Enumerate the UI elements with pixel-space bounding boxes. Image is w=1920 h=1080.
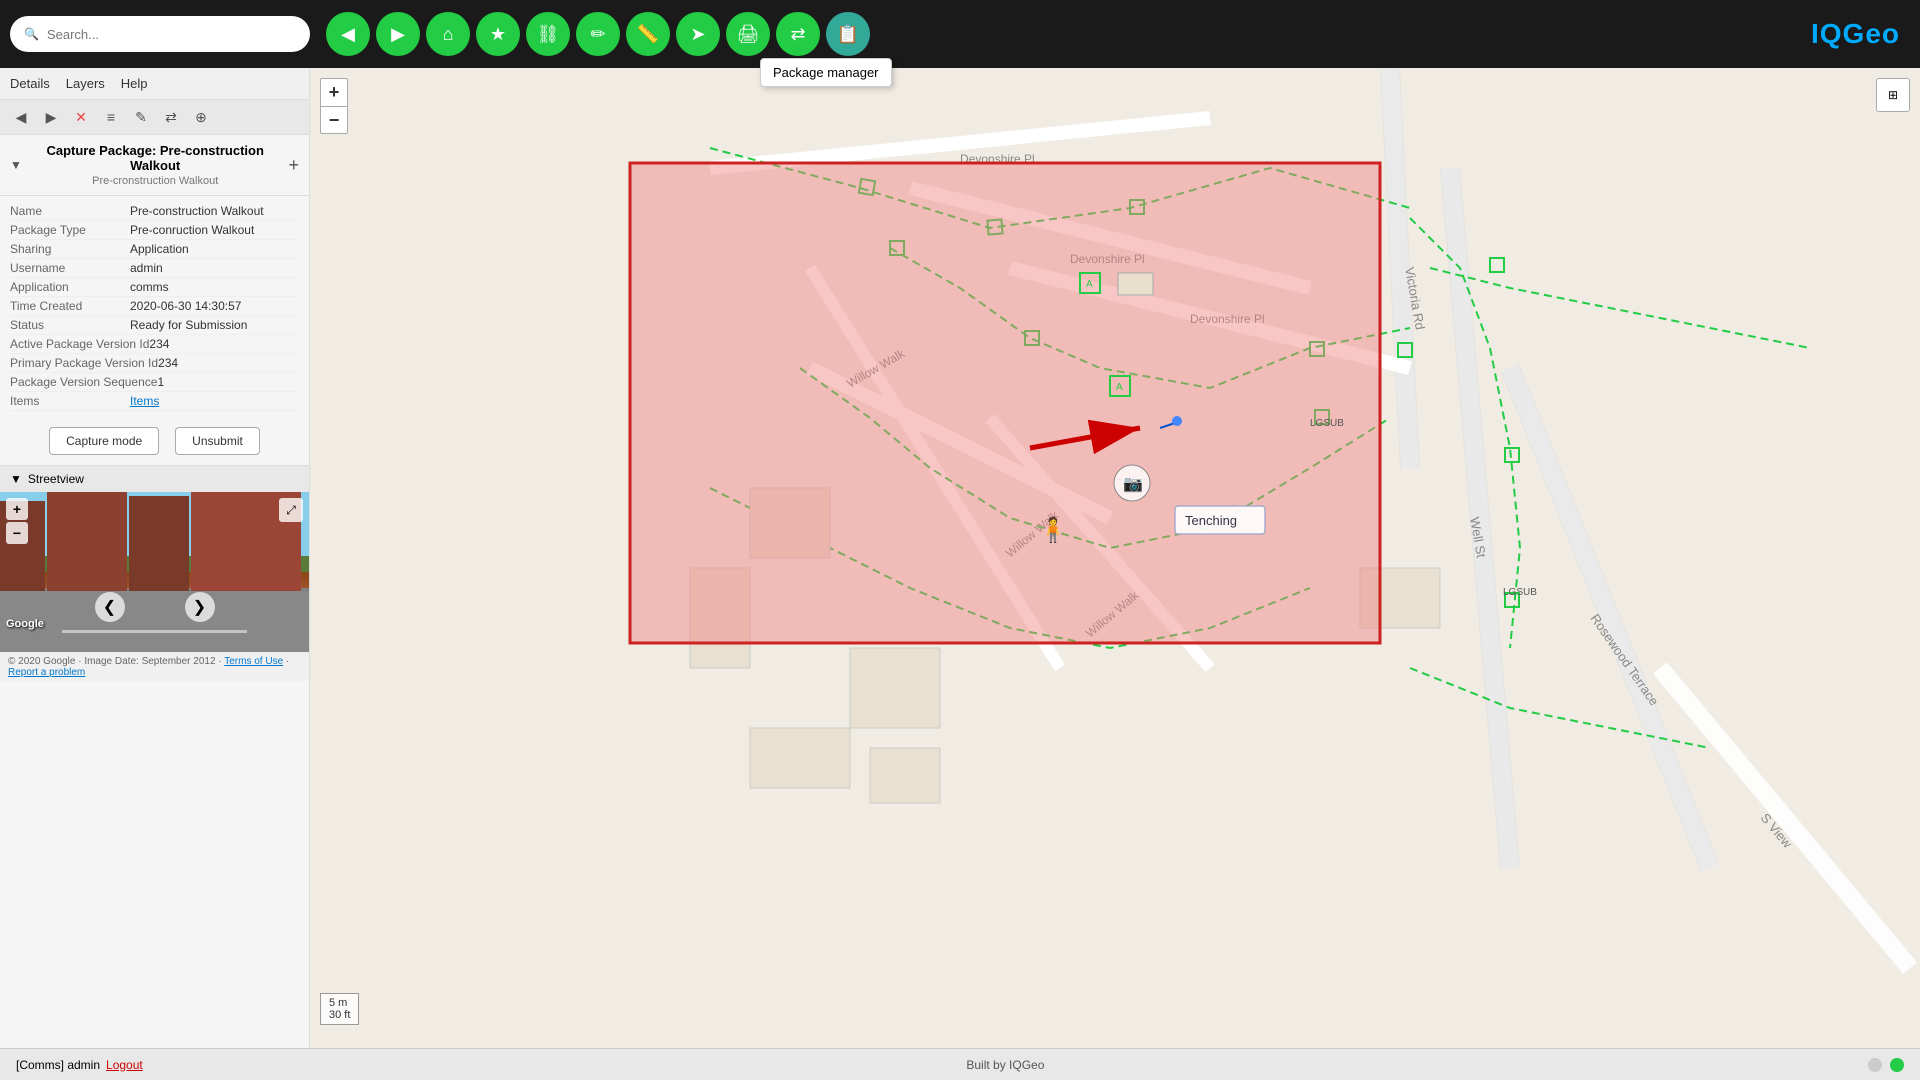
streetview-section: ▼ Streetview ⤢ + −: [0, 465, 309, 681]
scale-meters: 5 m: [329, 997, 350, 1009]
panel-toolbar: ◀ ▶ ✕ ≡ ✎ ⇄ ⊕: [0, 100, 309, 135]
package-details: Name Pre-construction Walkout Package Ty…: [0, 196, 309, 417]
measure-button[interactable]: 📏: [626, 12, 670, 56]
streetview-content: ⤢ + − ❮ ❯ Google: [0, 492, 309, 652]
streetview-zoom-out-button[interactable]: −: [6, 522, 28, 544]
main-toolbar: 🔍 ◀ ▶ ⌂ ★ ⛓ ✏ 📏 ➤ 🖨 ⇄ 📋 IQGeo: [0, 0, 1920, 68]
navigate-button[interactable]: ➤: [676, 12, 720, 56]
logout-link[interactable]: Logout: [106, 1058, 143, 1072]
svg-text:LGSUB: LGSUB: [1310, 418, 1344, 429]
svg-text:Tenching: Tenching: [1185, 513, 1237, 528]
streetview-footer: © 2020 Google · Image Date: September 20…: [0, 652, 309, 681]
detail-status: Status Ready for Submission: [10, 316, 299, 335]
status-left: [Comms] admin Logout: [16, 1058, 143, 1072]
package-subtitle: Pre-cronstruction Walkout: [28, 175, 283, 187]
svg-text:A: A: [1116, 382, 1123, 393]
svg-text:A: A: [1086, 279, 1093, 290]
detail-primary-version: Primary Package Version Id 234: [10, 354, 299, 373]
detail-version-sequence: Package Version Sequence 1: [10, 373, 299, 392]
package-add-button[interactable]: +: [288, 155, 299, 176]
share-button[interactable]: ⇄: [776, 12, 820, 56]
svg-text:📷: 📷: [1123, 476, 1143, 493]
panel-back-button[interactable]: ◀: [8, 104, 34, 130]
action-buttons: Capture mode Unsubmit: [0, 417, 309, 465]
detail-sharing: Sharing Application: [10, 240, 299, 259]
svg-text:LGSUB: LGSUB: [1503, 587, 1537, 598]
streetview-next-button[interactable]: ❯: [185, 592, 215, 622]
tab-help[interactable]: Help: [121, 74, 148, 93]
streetview-header[interactable]: ▼ Streetview: [0, 466, 309, 492]
built-by-text: Built by IQGeo: [966, 1058, 1044, 1072]
print-button[interactable]: 🖨: [726, 12, 770, 56]
tab-layers[interactable]: Layers: [66, 74, 105, 93]
svg-text:🧍: 🧍: [1038, 516, 1068, 544]
streetview-copyright: © 2020 Google: [8, 656, 75, 667]
unsubmit-button[interactable]: Unsubmit: [175, 427, 260, 455]
panel-arrows-button[interactable]: ⇄: [158, 104, 184, 130]
zoom-out-button[interactable]: −: [320, 106, 348, 134]
panel-list-button[interactable]: ≡: [98, 104, 124, 130]
streetview-terms-link[interactable]: Terms of Use: [224, 656, 283, 667]
detail-time-created: Time Created 2020-06-30 14:30:57: [10, 297, 299, 316]
edit-button[interactable]: ✏: [576, 12, 620, 56]
zoom-in-button[interactable]: +: [320, 78, 348, 106]
streetview-expand-icon: ▼: [10, 472, 22, 486]
scale-feet: 30 ft: [329, 1009, 350, 1021]
search-container: 🔍: [10, 16, 310, 52]
detail-items: Items Items: [10, 392, 299, 411]
detail-application: Application comms: [10, 278, 299, 297]
panel-close-button[interactable]: ✕: [68, 104, 94, 130]
panel-edit-button[interactable]: ✎: [128, 104, 154, 130]
package-header: ▼ Capture Package: Pre-construction Walk…: [0, 135, 309, 196]
panel-tabs: Details Layers Help: [0, 68, 309, 100]
map-svg: Victoria Rd Well St Rosewood Terrace S V…: [310, 68, 1920, 1080]
panel-collapse-button[interactable]: ❮: [309, 554, 310, 594]
streetview-zoom-controls: + −: [6, 498, 28, 544]
streetview-label: Streetview: [28, 472, 84, 486]
streetview-report-link[interactable]: Report a problem: [8, 667, 85, 678]
package-button[interactable]: 📋: [826, 12, 870, 56]
package-expand-arrow[interactable]: ▼: [10, 158, 22, 172]
status-indicator-2: [1890, 1058, 1904, 1072]
forward-button[interactable]: ▶: [376, 12, 420, 56]
app-logo: IQGeo: [1811, 18, 1900, 50]
status-right: [1868, 1058, 1904, 1072]
panel-forward-button[interactable]: ▶: [38, 104, 64, 130]
bookmarks-button[interactable]: ★: [476, 12, 520, 56]
layers-icon: ⊞: [1888, 88, 1898, 102]
home-button[interactable]: ⌂: [426, 12, 470, 56]
capture-mode-button[interactable]: Capture mode: [49, 427, 159, 455]
back-button[interactable]: ◀: [326, 12, 370, 56]
status-center: Built by IQGeo: [966, 1058, 1044, 1072]
search-icon: 🔍: [24, 27, 39, 41]
left-panel: Details Layers Help ◀ ▶ ✕ ≡ ✎ ⇄ ⊕ ▼ Capt…: [0, 68, 310, 1080]
streetview-expand-button[interactable]: ⤢: [279, 498, 303, 522]
status-bar: [Comms] admin Logout Built by IQGeo: [0, 1048, 1920, 1080]
status-user-text: [Comms] admin: [16, 1058, 100, 1072]
detail-name: Name Pre-construction Walkout: [10, 202, 299, 221]
detail-package-type: Package Type Pre-conruction Walkout: [10, 221, 299, 240]
panel-zoom-button[interactable]: ⊕: [188, 104, 214, 130]
search-input[interactable]: [47, 27, 296, 42]
detail-username: Username admin: [10, 259, 299, 278]
streetview-nav-buttons: ❮ ❯: [95, 592, 215, 622]
package-manager-tooltip: Package manager: [760, 58, 892, 87]
package-title: Capture Package: Pre-construction Walkou…: [28, 143, 283, 173]
link-button[interactable]: ⛓: [526, 12, 570, 56]
layers-button[interactable]: ⊞: [1876, 78, 1910, 112]
streetview-google-logo: Google: [6, 618, 44, 630]
status-indicator-1: [1868, 1058, 1882, 1072]
scale-bar: 5 m 30 ft: [320, 993, 359, 1025]
streetview-image-date: Image Date: September 2012: [84, 656, 215, 667]
tab-details[interactable]: Details: [10, 74, 50, 93]
map-area[interactable]: Victoria Rd Well St Rosewood Terrace S V…: [310, 68, 1920, 1080]
zoom-controls: + −: [320, 78, 348, 134]
streetview-prev-button[interactable]: ❮: [95, 592, 125, 622]
detail-active-version: Active Package Version Id 234: [10, 335, 299, 354]
streetview-zoom-in-button[interactable]: +: [6, 498, 28, 520]
